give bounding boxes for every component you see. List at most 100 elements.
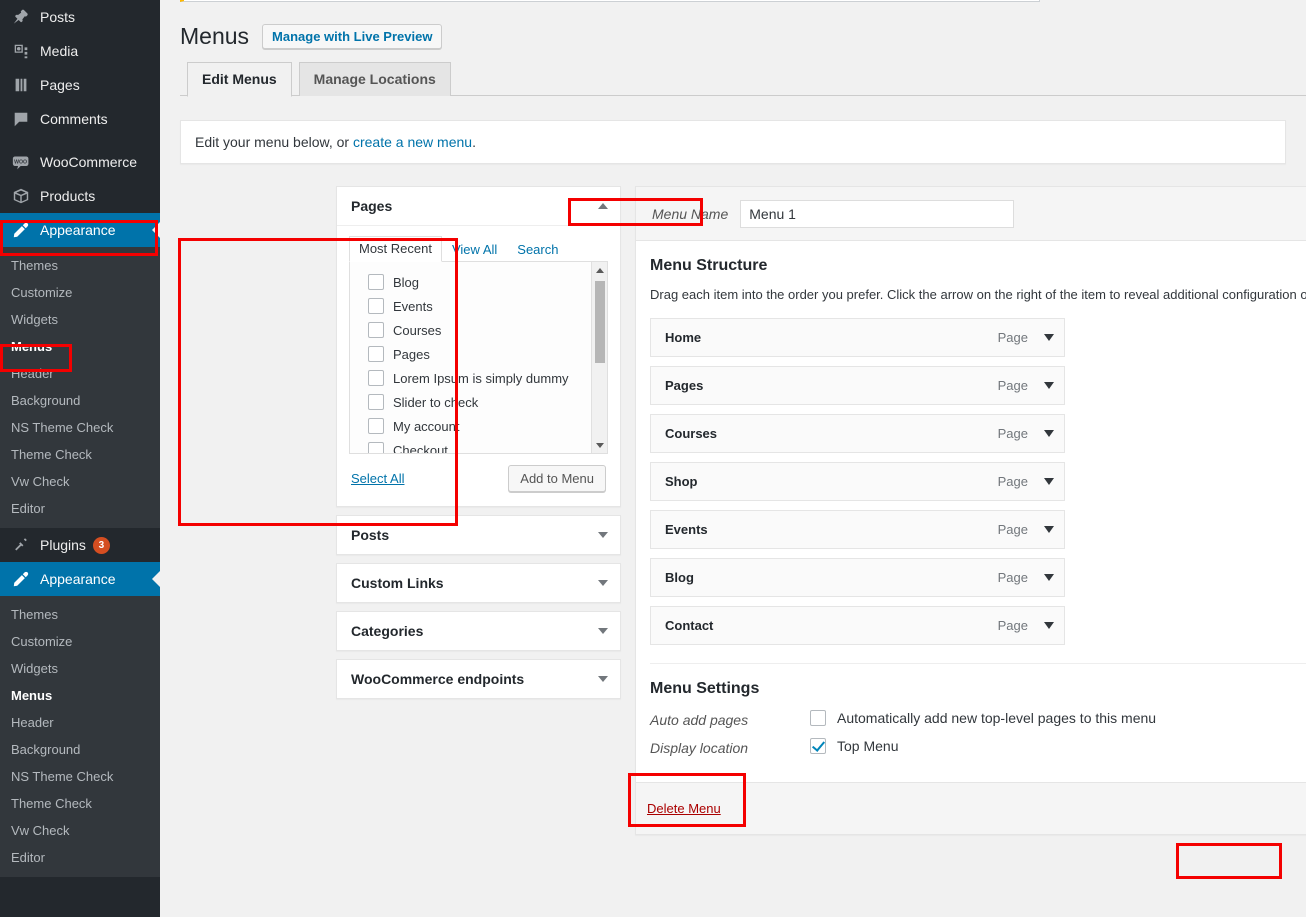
page-checkbox[interactable] [368, 346, 384, 362]
table-row[interactable]: Home Page [650, 318, 1065, 357]
tab-manage-locations[interactable]: Manage Locations [298, 62, 451, 97]
table-row[interactable]: Contact Page [650, 606, 1065, 645]
page-checkbox[interactable] [368, 274, 384, 290]
list-item[interactable]: Slider to check [350, 390, 607, 414]
tab-search[interactable]: Search [507, 237, 568, 262]
expand-down-icon[interactable] [598, 628, 608, 634]
manage-with-live-preview-button[interactable]: Manage with Live Preview [262, 24, 443, 50]
sidebar-item-menus-2[interactable]: Menus [0, 682, 160, 709]
woo-icon: WOO [11, 152, 31, 172]
page-label[interactable]: My account [393, 419, 459, 434]
chevron-down-icon[interactable] [1044, 430, 1054, 437]
sidebar-item-appearance[interactable]: Appearance [0, 213, 160, 247]
page-label[interactable]: Slider to check [393, 395, 478, 410]
page-label[interactable]: Blog [393, 275, 419, 290]
page-label[interactable]: Pages [393, 347, 430, 362]
auto-add-pages-text[interactable]: Automatically add new top-level pages to… [837, 710, 1156, 726]
sidebar-item-widgets[interactable]: Widgets [0, 306, 160, 333]
sidebar-item-themes-2[interactable]: Themes [0, 601, 160, 628]
list-item[interactable]: Courses [350, 318, 607, 342]
delete-menu-link[interactable]: Delete Menu [647, 801, 721, 816]
chevron-down-icon[interactable] [1044, 526, 1054, 533]
sidebar-item-header[interactable]: Header [0, 360, 160, 387]
postbox-posts-header[interactable]: Posts [337, 516, 620, 554]
sidebar-item-background[interactable]: Background [0, 387, 160, 414]
sidebar-item-comments[interactable]: Comments [0, 102, 160, 136]
table-row[interactable]: Courses Page [650, 414, 1065, 453]
sidebar-item-ns-theme-check-2[interactable]: NS Theme Check [0, 763, 160, 790]
sidebar-item-editor[interactable]: Editor [0, 495, 160, 522]
sidebar-item-header-2[interactable]: Header [0, 709, 160, 736]
page-label[interactable]: Courses [393, 323, 441, 338]
sidebar-item-theme-check-2[interactable]: Theme Check [0, 790, 160, 817]
sidebar-item-woocommerce[interactable]: WOO WooCommerce [0, 145, 160, 179]
list-item[interactable]: My account [350, 414, 607, 438]
sidebar-item-posts[interactable]: Posts [0, 0, 160, 34]
tab-edit-menus[interactable]: Edit Menus [187, 62, 292, 98]
sidebar-item-menus[interactable]: Menus [0, 333, 160, 360]
menu-name-input[interactable] [740, 199, 1015, 228]
chevron-down-icon[interactable] [1044, 382, 1054, 389]
expand-down-icon[interactable] [598, 580, 608, 586]
auto-add-pages-checkbox[interactable] [810, 710, 826, 726]
sidebar-item-vw-check[interactable]: Vw Check [0, 468, 160, 495]
table-row[interactable]: Pages Page [650, 366, 1065, 405]
postbox-pages-header[interactable]: Pages [337, 187, 620, 226]
list-item[interactable]: Checkout [350, 438, 607, 454]
sidebar-item-appearance-2[interactable]: Appearance [0, 562, 160, 596]
scrollbar-thumb[interactable] [595, 281, 605, 363]
sidebar-item-customize[interactable]: Customize [0, 279, 160, 306]
page-checkbox[interactable] [368, 322, 384, 338]
expand-down-icon[interactable] [598, 532, 608, 538]
chevron-down-icon[interactable] [1044, 574, 1054, 581]
sidebar-item-vw-check-2[interactable]: Vw Check [0, 817, 160, 844]
table-row[interactable]: Events Page [650, 510, 1065, 549]
scroll-down-arrow-icon[interactable] [592, 437, 607, 453]
sidebar-item-products[interactable]: Products [0, 179, 160, 213]
page-label[interactable]: Checkout [393, 443, 448, 454]
list-item[interactable]: Lorem Ipsum is simply dummy [350, 366, 607, 390]
sidebar-item-customize-2[interactable]: Customize [0, 628, 160, 655]
top-menu-checkbox[interactable] [810, 738, 826, 754]
list-item[interactable]: Blog [350, 270, 607, 294]
page-checkbox[interactable] [368, 370, 384, 386]
table-row[interactable]: Blog Page [650, 558, 1065, 597]
media-icon [11, 41, 31, 61]
sidebar-item-widgets-2[interactable]: Widgets [0, 655, 160, 682]
table-row[interactable]: Shop Page [650, 462, 1065, 501]
auto-add-pages-label: Auto add pages [650, 712, 749, 728]
page-label[interactable]: Events [393, 299, 433, 314]
sidebar-item-background-2[interactable]: Background [0, 736, 160, 763]
sidebar-item-editor-2[interactable]: Editor [0, 844, 160, 871]
sidebar-item-media[interactable]: Media [0, 34, 160, 68]
list-item[interactable]: Pages [350, 342, 607, 366]
sidebar-item-ns-theme-check[interactable]: NS Theme Check [0, 414, 160, 441]
collapse-up-icon[interactable] [598, 203, 608, 209]
sidebar-item-pages[interactable]: Pages [0, 68, 160, 102]
top-menu-text[interactable]: Top Menu [837, 738, 898, 754]
chevron-down-icon[interactable] [1044, 622, 1054, 629]
page-checkbox[interactable] [368, 394, 384, 410]
scroll-up-arrow-icon[interactable] [592, 262, 607, 278]
select-all-link[interactable]: Select All [351, 471, 404, 486]
tab-view-all[interactable]: View All [442, 237, 507, 262]
chevron-down-icon[interactable] [1044, 478, 1054, 485]
pages-list-scrollbar[interactable] [591, 262, 607, 453]
add-to-menu-button[interactable]: Add to Menu [508, 465, 606, 492]
sidebar-item-themes[interactable]: Themes [0, 252, 160, 279]
create-new-menu-link[interactable]: create a new menu [353, 134, 472, 150]
page-checkbox[interactable] [368, 418, 384, 434]
postbox-categories-header[interactable]: Categories [337, 612, 620, 650]
page-label[interactable]: Lorem Ipsum is simply dummy [393, 371, 569, 386]
tab-most-recent[interactable]: Most Recent [349, 236, 442, 262]
chevron-down-icon[interactable] [1044, 334, 1054, 341]
postbox-custom-links-header[interactable]: Custom Links [337, 564, 620, 602]
list-item[interactable]: Events [350, 294, 607, 318]
sidebar-item-plugins[interactable]: Plugins 3 [0, 528, 160, 562]
menu-name-label: Menu Name [652, 205, 729, 222]
page-checkbox[interactable] [368, 298, 384, 314]
sidebar-item-theme-check[interactable]: Theme Check [0, 441, 160, 468]
page-checkbox[interactable] [368, 442, 384, 453]
postbox-woocommerce-endpoints-header[interactable]: WooCommerce endpoints [337, 660, 620, 698]
expand-down-icon[interactable] [598, 676, 608, 682]
